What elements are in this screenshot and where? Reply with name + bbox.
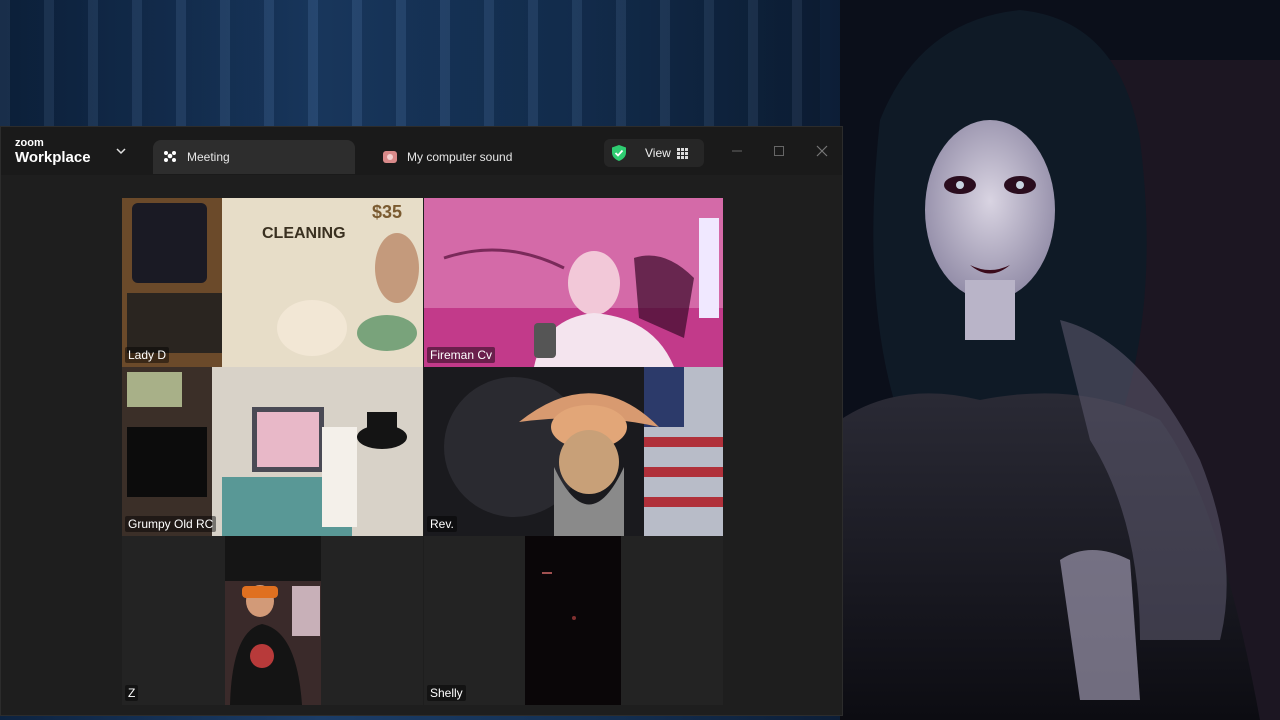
participant-name: Z bbox=[125, 685, 139, 701]
participant-video bbox=[122, 367, 423, 536]
participant-name: Fireman Cv bbox=[427, 347, 496, 363]
participant-video bbox=[424, 367, 723, 536]
participant-name: Rev. bbox=[427, 516, 457, 532]
tab-meeting-label: Meeting bbox=[187, 150, 230, 164]
video-tile-z[interactable]: Z bbox=[122, 536, 423, 705]
participant-name: Grumpy Old RC bbox=[125, 516, 217, 532]
video-tile-fireman-cv[interactable]: Fireman Cv bbox=[424, 198, 723, 367]
zoom-workplace-logo: zoom Workplace bbox=[15, 137, 91, 166]
tab-computer-sound-label: My computer sound bbox=[407, 150, 513, 164]
participant-video bbox=[424, 536, 723, 705]
computer-sound-icon bbox=[381, 148, 399, 166]
video-tile-grumpy-old-rc[interactable]: Grumpy Old RC bbox=[122, 367, 423, 536]
view-button[interactable]: View bbox=[645, 146, 688, 160]
close-icon[interactable] bbox=[814, 143, 830, 159]
video-tile-shelly[interactable]: Shelly bbox=[424, 536, 723, 705]
tab-meeting[interactable]: Meeting bbox=[153, 140, 355, 174]
video-tile-rev[interactable]: Rev. bbox=[424, 367, 723, 536]
view-controls: View bbox=[604, 139, 704, 167]
title-bar: zoom Workplace Meeting My computer sound… bbox=[1, 127, 842, 175]
participant-video bbox=[122, 536, 423, 705]
grid-icon bbox=[676, 147, 688, 159]
participants-icon bbox=[161, 148, 179, 166]
chevron-down-icon[interactable] bbox=[113, 143, 129, 159]
logo-bottom-text: Workplace bbox=[15, 149, 91, 166]
shield-check-icon[interactable] bbox=[611, 144, 627, 162]
logo-top-text: zoom bbox=[15, 137, 44, 149]
video-tile-lady-d[interactable]: CLEANING $35 Lady D bbox=[122, 198, 423, 367]
participant-video: CLEANING $35 bbox=[122, 198, 423, 367]
view-button-label: View bbox=[645, 146, 671, 160]
participant-name: Shelly bbox=[427, 685, 466, 701]
tab-my-computer-sound[interactable]: My computer sound bbox=[373, 140, 593, 174]
svg-text:$35: $35 bbox=[372, 202, 402, 222]
participant-video bbox=[424, 198, 723, 367]
svg-text:CLEANING: CLEANING bbox=[262, 225, 346, 242]
wallpaper-gothic-figure bbox=[840, 0, 1280, 720]
zoom-window: zoom Workplace Meeting My computer sound… bbox=[0, 126, 843, 716]
wallpaper-pattern bbox=[0, 0, 820, 140]
minimize-icon[interactable] bbox=[729, 143, 745, 159]
maximize-icon[interactable] bbox=[771, 143, 787, 159]
participant-name: Lady D bbox=[125, 347, 170, 363]
